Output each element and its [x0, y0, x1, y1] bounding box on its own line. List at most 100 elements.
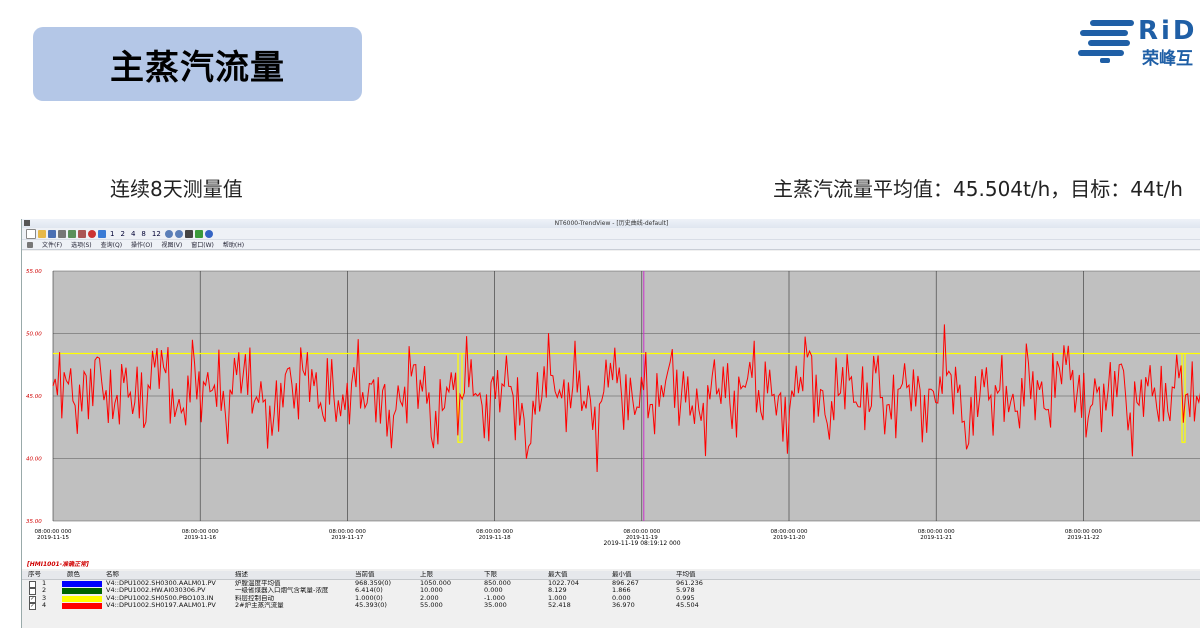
menu-view[interactable]: 视图(V) [161, 240, 182, 249]
legend-cell-name: V4::DPU1002.SH0300.AALM01.PV [106, 579, 216, 587]
cut-icon[interactable] [68, 229, 76, 238]
menu-query[interactable]: 查询(Q) [101, 240, 122, 249]
legend-cell-current: 1.000(0) [355, 594, 383, 602]
trend-chart[interactable]: 55.00 50.00 45.00 40.00 35.00 08:00:00 000 20… [22, 251, 1200, 569]
y-tick-label: 35.00 [26, 519, 42, 525]
subtitle-right: 主蒸汽流量平均值：45.504t/h，目标：44t/h [773, 177, 1183, 201]
legend-cell-upper: 10.000 [420, 587, 443, 595]
zoom-out-icon[interactable] [174, 229, 183, 238]
logo-cn-text: 荣峰互 [1142, 49, 1193, 69]
x-tick-date: 2019-11-15 [37, 535, 69, 541]
slide-title-box: 主蒸汽流量 [33, 27, 362, 101]
new-file-icon[interactable] [26, 228, 36, 239]
y-tick-label: 45.00 [26, 394, 42, 400]
header-upper[interactable]: 上限 [420, 571, 433, 579]
legend-cell-avg: 0.995 [676, 594, 695, 602]
export-icon[interactable] [194, 229, 203, 238]
header-color[interactable]: 颜色 [67, 571, 80, 579]
header-desc[interactable]: 描述 [235, 571, 248, 579]
y-tick-label: 40.00 [26, 457, 42, 463]
toolbar: 1 2 4 8 12 [22, 228, 1200, 240]
cursor-time-label: 2019-11-19 08:19:12 000 [603, 540, 680, 547]
legend-row[interactable]: ✓ 3 V4::DPU1002.SH0500.PBO103.IN 料层控制自动 1.00… [22, 595, 1200, 603]
stop-icon[interactable] [88, 229, 96, 238]
app-icon [24, 220, 30, 226]
y-tick-label: 55.00 [26, 269, 42, 275]
menu-help[interactable]: 帮助(H) [223, 240, 244, 249]
slide-title: 主蒸汽流量 [110, 47, 285, 88]
window-title: NT6000-TrendView - [历史曲线-default] [554, 220, 669, 227]
help-icon[interactable] [204, 229, 213, 238]
legend-cell-name: V4::DPU1002.SH0197.AALM01.PV [106, 602, 216, 610]
toolbar-span-4[interactable]: 4 [131, 230, 135, 238]
toolbar-span-8[interactable]: 8 [141, 230, 145, 238]
trend-chart-svg[interactable]: 55.0050.0045.0040.0035.00 08:00:00 00020… [22, 251, 1200, 569]
legend-cell-desc: 一级省煤器入口烟气含氧量-浓度 [235, 587, 329, 595]
legend-cell-lower: -1.000 [484, 594, 505, 602]
legend-cell-lower: 850.000 [484, 579, 511, 587]
legend-row[interactable]: ✓ 4 V4::DPU1002.SH0197.AALM01.PV 2#炉主蒸汽流量 45… [22, 602, 1200, 611]
y-tick-label: 50.00 [26, 332, 42, 338]
legend-title: [HMI1001-准确正常] [27, 561, 89, 568]
legend-header-row: 序号 颜色 名称 描述 当前值 上限 下限 最大值 最小值 平均值 [22, 571, 1200, 580]
menu-bar: 文件(F) 选项(S) 查询(Q) 操作(O) 视图(V) 窗口(W) 帮助(H… [22, 240, 1200, 250]
legend-cell-index: 1 [42, 579, 47, 587]
menu-operate[interactable]: 操作(O) [131, 240, 152, 249]
menu-options[interactable]: 选项(S) [71, 240, 92, 249]
legend-row[interactable]: 2 V4::DPU1002.HW.AI030306.PV 一级省煤器入口烟气含氧量-… [22, 587, 1200, 596]
legend-color-swatch[interactable] [62, 580, 102, 587]
legend-cell-desc: 料层控制自动 [235, 594, 274, 602]
legend-cell-upper: 2.000 [420, 594, 439, 602]
legend-cell-index: 2 [42, 587, 47, 595]
toolbar-span-1[interactable]: 1 [110, 230, 114, 238]
toolbar-span-12[interactable]: 12 [152, 230, 161, 238]
toolbar-span-2[interactable]: 2 [120, 230, 124, 238]
legend-cell-index: 3 [42, 594, 47, 602]
trendview-window: NT6000-TrendView - [历史曲线-default] 1 2 4 … [21, 219, 1200, 628]
zoom-in-icon[interactable] [164, 229, 173, 238]
open-folder-icon[interactable] [38, 229, 46, 238]
header-max[interactable]: 最大值 [548, 571, 568, 579]
company-logo: RiD 荣峰互 [1076, 16, 1200, 69]
legend-cell-upper: 1050.000 [420, 579, 452, 587]
legend-color-swatch[interactable] [62, 603, 102, 610]
header-lower[interactable]: 下限 [484, 571, 497, 579]
legend-cell-min: 0.000 [612, 594, 631, 602]
legend-cell-lower: 35.000 [484, 602, 507, 610]
legend-cell-max: 1022.704 [548, 579, 580, 587]
legend-row[interactable]: 1 V4::DPU1002.SH0300.AALM01.PV 炉膛温度平均值 968.… [22, 580, 1200, 588]
menu-file[interactable]: 文件(F) [42, 240, 62, 249]
menu-app-icon [27, 241, 33, 248]
save-icon[interactable] [48, 229, 56, 238]
legend-cell-min: 896.267 [612, 579, 639, 587]
legend-color-swatch[interactable] [62, 595, 102, 602]
legend-cell-current: 45.393(0) [355, 602, 387, 610]
legend-row-checkbox[interactable]: ✓ [29, 603, 36, 611]
subtitle-left: 连续8天测量值 [110, 177, 243, 201]
legend-cell-avg: 45.504 [676, 602, 699, 610]
legend-cell-index: 4 [42, 602, 47, 610]
header-min[interactable]: 最小值 [612, 571, 632, 579]
legend-cell-max: 52.418 [548, 602, 571, 610]
legend-cell-min: 1.866 [612, 587, 631, 595]
header-current[interactable]: 当前值 [355, 571, 375, 579]
legend-cell-desc: 炉膛温度平均值 [235, 579, 281, 587]
x-tick-date: 2019-11-17 [331, 535, 363, 541]
header-name[interactable]: 名称 [106, 571, 119, 579]
refresh-icon[interactable] [98, 229, 106, 238]
menu-window[interactable]: 窗口(W) [191, 240, 214, 249]
window-titlebar: NT6000-TrendView - [历史曲线-default] [22, 219, 1200, 228]
logo-text: RiD [1138, 16, 1198, 46]
x-tick-date: 2019-11-20 [773, 535, 805, 541]
x-tick-date: 2019-11-16 [184, 535, 216, 541]
print-icon[interactable] [58, 229, 66, 238]
copy-icon[interactable] [78, 229, 86, 238]
header-index[interactable]: 序号 [28, 571, 41, 579]
legend-color-swatch[interactable] [62, 588, 102, 595]
x-tick-date: 2019-11-18 [479, 535, 511, 541]
header-avg[interactable]: 平均值 [676, 571, 696, 579]
legend-cell-min: 36.970 [612, 602, 635, 610]
x-tick-date: 2019-11-21 [920, 535, 952, 541]
legend-cell-desc: 2#炉主蒸汽流量 [235, 602, 284, 610]
filter-icon[interactable] [184, 229, 193, 238]
